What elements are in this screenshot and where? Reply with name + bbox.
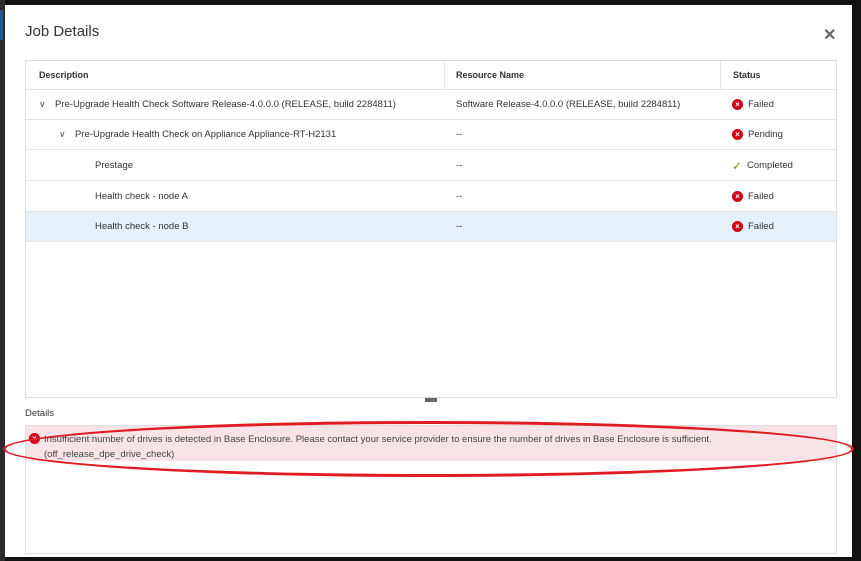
error-icon: × xyxy=(29,433,40,444)
row-resource: -- xyxy=(456,221,463,232)
row-description: Prestage xyxy=(95,160,134,171)
error-icon: × xyxy=(732,99,743,110)
row-status: Failed xyxy=(748,221,774,232)
row-status: Pending xyxy=(748,129,783,140)
job-details-dialog: Job Details ✕ Description Resource Name … xyxy=(5,5,852,557)
table-header: Description Resource Name Status xyxy=(26,61,836,90)
row-description: Pre-Upgrade Health Check Software Releas… xyxy=(55,99,396,110)
table-row[interactable]: Health check - node A -- × Failed xyxy=(26,182,836,212)
error-text: Insufficient number of drives is detecte… xyxy=(44,434,712,445)
jobs-table: Description Resource Name Status ∨ Pre-Up… xyxy=(25,60,837,398)
chevron-down-icon[interactable]: ∨ xyxy=(39,99,49,110)
table-row[interactable]: ∨ Pre-Upgrade Health Check Software Relea… xyxy=(26,90,836,120)
background-accent xyxy=(0,10,3,40)
dialog-title: Job Details xyxy=(25,23,100,40)
details-label: Details xyxy=(25,408,55,419)
row-status: Completed xyxy=(747,160,793,171)
close-icon[interactable]: ✕ xyxy=(823,25,836,45)
table-row-selected[interactable]: Health check - node B -- × Failed xyxy=(26,212,836,242)
row-description: Pre-Upgrade Health Check on Appliance Ap… xyxy=(75,129,337,140)
column-header-status[interactable]: Status xyxy=(720,61,837,89)
column-header-resource[interactable]: Resource Name xyxy=(445,61,720,89)
row-resource: -- xyxy=(456,160,463,171)
error-icon: × xyxy=(732,191,743,202)
table-row[interactable]: ∨ Pre-Upgrade Health Check on Appliance A… xyxy=(26,120,836,150)
error-message: × Insufficient number of drives is detec… xyxy=(26,426,836,461)
row-description: Health check - node B xyxy=(95,221,189,232)
error-icon: × xyxy=(732,221,743,232)
row-status: Failed xyxy=(748,191,774,202)
row-resource: Software Release-4.0.0.0 (RELEASE, build… xyxy=(456,99,681,110)
row-resource: -- xyxy=(456,129,463,140)
row-status: Failed xyxy=(748,99,774,110)
check-icon: ✓ xyxy=(732,158,743,173)
error-code: (off_release_dpe_drive_check) xyxy=(44,449,175,460)
column-header-description[interactable]: Description xyxy=(26,61,445,89)
resize-handle[interactable] xyxy=(425,398,437,402)
table-row[interactable]: Prestage -- ✓ Completed xyxy=(26,151,836,181)
error-icon: × xyxy=(732,129,743,140)
row-resource: -- xyxy=(456,191,463,202)
row-description: Health check - node A xyxy=(95,191,188,202)
chevron-down-icon[interactable]: ∨ xyxy=(59,129,69,140)
details-panel: × Insufficient number of drives is detec… xyxy=(25,425,837,554)
